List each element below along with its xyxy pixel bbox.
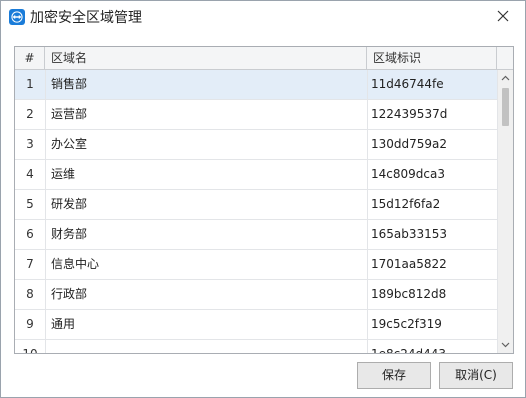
row-number: 5	[26, 197, 34, 211]
row-number: 10	[15, 340, 45, 353]
zone-id-cell[interactable]: 15d12f6fa2	[371, 190, 495, 219]
column-divider	[367, 70, 368, 353]
zone-management-dialog: 加密安全区域管理 # 区域名 区域标识 1 销售部 11d46744fe 2 运…	[0, 0, 526, 398]
teamviewer-app-icon	[9, 9, 25, 25]
table-row[interactable]: 6 财务部 165ab33153	[15, 220, 497, 250]
column-header-zone-name[interactable]: 区域名	[45, 47, 367, 69]
zone-id-cell[interactable]: 130dd759a2	[371, 130, 495, 159]
column-header-zone-id[interactable]: 区域标识	[367, 47, 497, 69]
zone-name-cell[interactable]: 财务部	[51, 220, 361, 249]
zone-id-cell[interactable]: 19c5c2f319	[371, 310, 495, 339]
zone-name-cell[interactable]: 办公室	[51, 130, 361, 159]
scroll-up-arrow-icon[interactable]	[498, 70, 513, 86]
scroll-down-arrow-icon[interactable]	[498, 337, 513, 353]
table-row[interactable]: 10 1e8c24d443	[15, 340, 497, 353]
zone-id-cell[interactable]: 1e8c24d443	[371, 340, 495, 353]
cancel-button[interactable]: 取消(C)	[439, 362, 513, 389]
zone-name-cell[interactable]: 行政部	[51, 280, 361, 309]
table-row[interactable]: 7 信息中心 1701aa5822	[15, 250, 497, 280]
zone-id-cell[interactable]: 189bc812d8	[371, 280, 495, 309]
zone-id-cell[interactable]: 165ab33153	[371, 220, 495, 249]
table-row[interactable]: 9 通用 19c5c2f319	[15, 310, 497, 340]
zone-id-cell[interactable]: 1701aa5822	[371, 250, 495, 279]
table-row[interactable]: 5 研发部 15d12f6fa2	[15, 190, 497, 220]
zone-name-cell[interactable]: 信息中心	[51, 250, 361, 279]
column-header-filler	[497, 47, 513, 69]
zone-name-cell[interactable]	[51, 340, 361, 353]
table-row[interactable]: 2 运营部 122439537d	[15, 100, 497, 130]
table-row[interactable]: 4 运维 14c809dca3	[15, 160, 497, 190]
row-number: 6	[26, 227, 34, 241]
table-row[interactable]: 3 办公室 130dd759a2	[15, 130, 497, 160]
row-number: 3	[26, 137, 34, 151]
row-number: 1	[26, 77, 34, 91]
column-divider	[45, 70, 46, 353]
table-body: 1 销售部 11d46744fe 2 运营部 122439537d 3 办公室 …	[15, 70, 497, 353]
save-button[interactable]: 保存	[357, 362, 431, 389]
close-icon[interactable]	[495, 8, 511, 24]
table-row[interactable]: 1 销售部 11d46744fe	[15, 70, 497, 100]
dialog-title: 加密安全区域管理	[30, 10, 142, 26]
scrollbar-thumb[interactable]	[502, 88, 509, 126]
zone-name-cell[interactable]: 通用	[51, 310, 361, 339]
title-bar: 加密安全区域管理	[1, 1, 525, 32]
row-number: 9	[26, 317, 34, 331]
zone-id-cell[interactable]: 122439537d	[371, 100, 495, 129]
row-number: 8	[26, 287, 34, 301]
row-number: 7	[26, 257, 34, 271]
table-header: # 区域名 区域标识	[15, 47, 513, 70]
zone-name-cell[interactable]: 运营部	[51, 100, 361, 129]
zone-table: # 区域名 区域标识 1 销售部 11d46744fe 2 运营部 122439…	[14, 46, 514, 354]
zone-name-cell[interactable]: 运维	[51, 160, 361, 189]
zone-name-cell[interactable]: 销售部	[51, 70, 361, 99]
vertical-scrollbar[interactable]	[497, 70, 513, 353]
zone-id-cell[interactable]: 11d46744fe	[371, 70, 495, 99]
row-number: 2	[26, 107, 34, 121]
zone-name-cell[interactable]: 研发部	[51, 190, 361, 219]
row-number: 4	[26, 167, 34, 181]
zone-id-cell[interactable]: 14c809dca3	[371, 160, 495, 189]
column-header-number[interactable]: #	[15, 47, 45, 69]
table-row[interactable]: 8 行政部 189bc812d8	[15, 280, 497, 310]
